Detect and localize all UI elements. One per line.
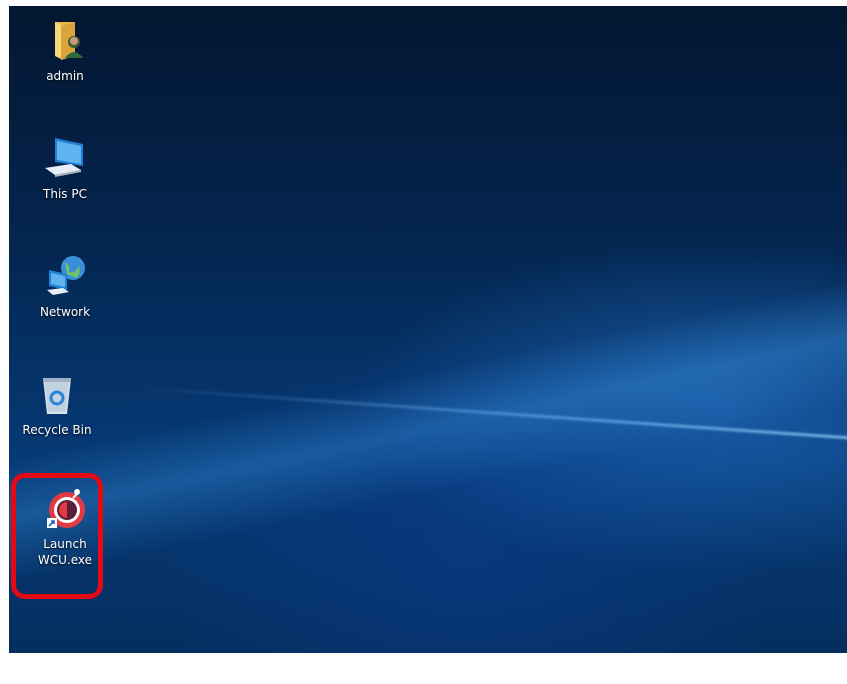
desktop[interactable]: admin This PC Network Recycle Bin Launch… xyxy=(9,6,847,653)
desktop-icon-label: Recycle Bin xyxy=(22,423,92,437)
desktop-icon-network[interactable]: Network xyxy=(19,252,111,320)
network-icon xyxy=(41,252,89,300)
desktop-icon-recycle-bin[interactable]: Recycle Bin xyxy=(11,370,103,438)
recycle-bin-icon xyxy=(33,370,81,418)
computer-icon xyxy=(41,134,89,182)
desktop-icon-label: Network xyxy=(39,305,91,319)
wallpaper-light-beam xyxy=(128,386,847,443)
desktop-icon-label: admin xyxy=(46,69,84,83)
highlight-box xyxy=(11,473,103,599)
desktop-icon-this-pc[interactable]: This PC xyxy=(19,134,111,202)
desktop-icon-admin[interactable]: admin xyxy=(19,16,111,84)
user-folder-icon xyxy=(41,16,89,64)
desktop-icon-label: This PC xyxy=(43,187,87,201)
